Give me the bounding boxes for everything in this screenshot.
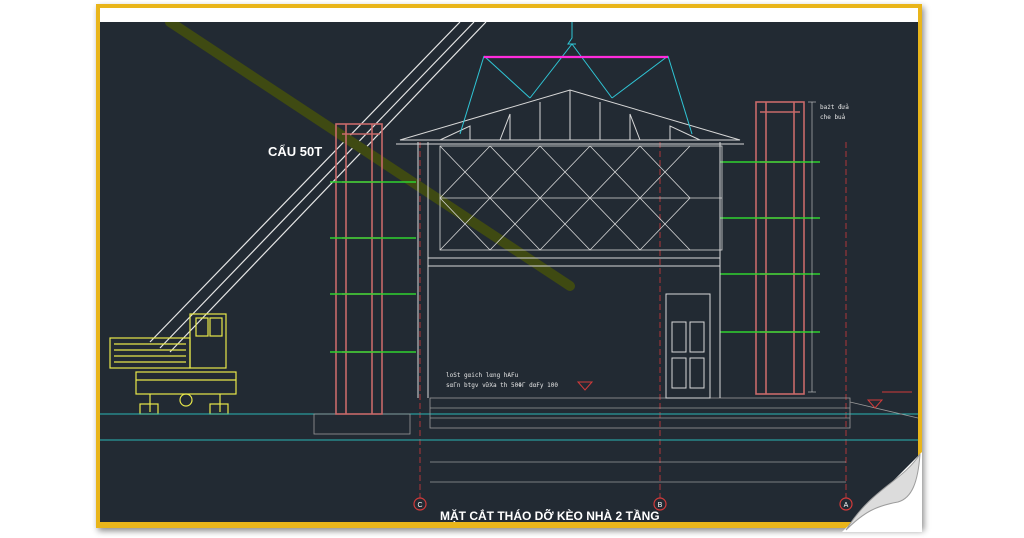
level-markers (576, 381, 912, 409)
floor-note-1: lοSt gαich lαng hAFu (446, 372, 519, 379)
dimension-lines (430, 101, 846, 483)
roof-truss (396, 89, 744, 145)
crane-50t (109, 313, 237, 415)
cad-canvas: C B A CẨU 50T bażt đửa che buả lοSt gαic… (100, 22, 918, 522)
scaffold-note-2: che buả (820, 114, 846, 121)
foundation (313, 397, 918, 435)
scaffold-left-ledgers (330, 181, 416, 353)
scaffold-left (335, 123, 383, 415)
scaffold-right-ledgers (720, 161, 820, 333)
grid-marker-b: B (658, 502, 663, 509)
rigging (459, 22, 693, 135)
building-section (417, 142, 721, 399)
crane-boom (149, 22, 487, 353)
grid-marker-c: C (417, 502, 422, 509)
section-drawing: C B A (100, 22, 918, 511)
scaffold-right (755, 101, 805, 395)
drawing-title: MẶT CẮT THÁO DỠ KÈO NHÀ 2 TẦNG (440, 509, 660, 522)
grid-lines (419, 142, 847, 502)
drawing-frame: C B A CẨU 50T bażt đửa che buả lοSt gαic… (96, 4, 922, 528)
top-strip (100, 8, 918, 22)
floor-note-2: sαΓn btgv vữXa th 50ΦΓ dαFy 100 (446, 382, 558, 389)
page-curl (842, 452, 922, 532)
diagonal-section-line (165, 22, 575, 291)
scaffold-note-1: bażt đửa (820, 104, 849, 111)
crane-label: CẨU 50T (268, 144, 323, 159)
upper-frame (439, 145, 723, 251)
